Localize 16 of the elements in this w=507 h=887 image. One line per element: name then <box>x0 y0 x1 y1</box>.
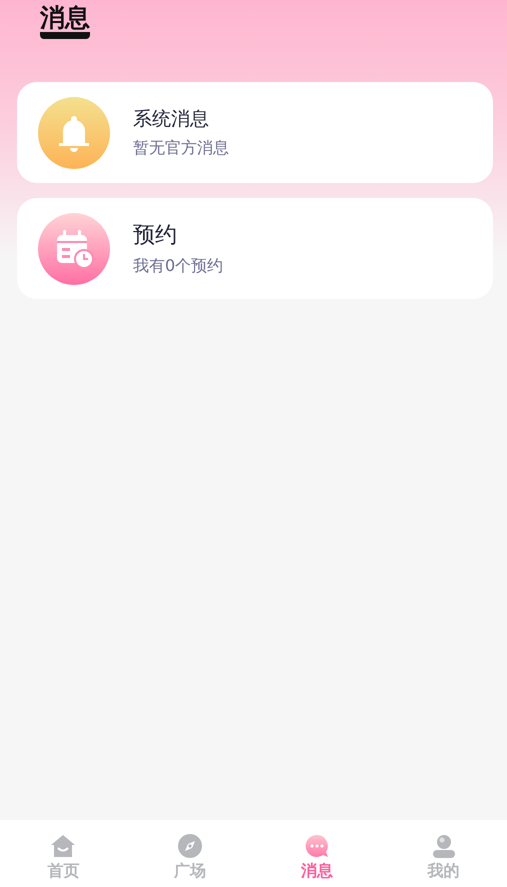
tab-button[interactable]: 我的 <box>380 820 507 887</box>
chat-icon <box>304 834 329 858</box>
message-preview: 暂无官方消息 <box>133 138 229 159</box>
tab-button[interactable]: 首页 <box>0 820 127 887</box>
message-card[interactable]: 预约 我有0个预约 <box>17 198 493 299</box>
message-preview: 我有0个预约 <box>133 256 224 277</box>
message-title: 系统消息 <box>133 107 210 132</box>
page-title: 消息 <box>40 4 90 39</box>
message-title: 预约 <box>133 222 178 250</box>
compass-icon <box>178 834 202 858</box>
home-icon <box>50 834 76 858</box>
calendar-icon <box>54 228 94 268</box>
tab-button[interactable]: 消息 <box>254 820 380 887</box>
message-card[interactable]: 系统消息 暂无官方消息 <box>17 82 493 183</box>
tab-button[interactable]: 广场 <box>126 820 254 887</box>
user-icon <box>432 834 456 858</box>
